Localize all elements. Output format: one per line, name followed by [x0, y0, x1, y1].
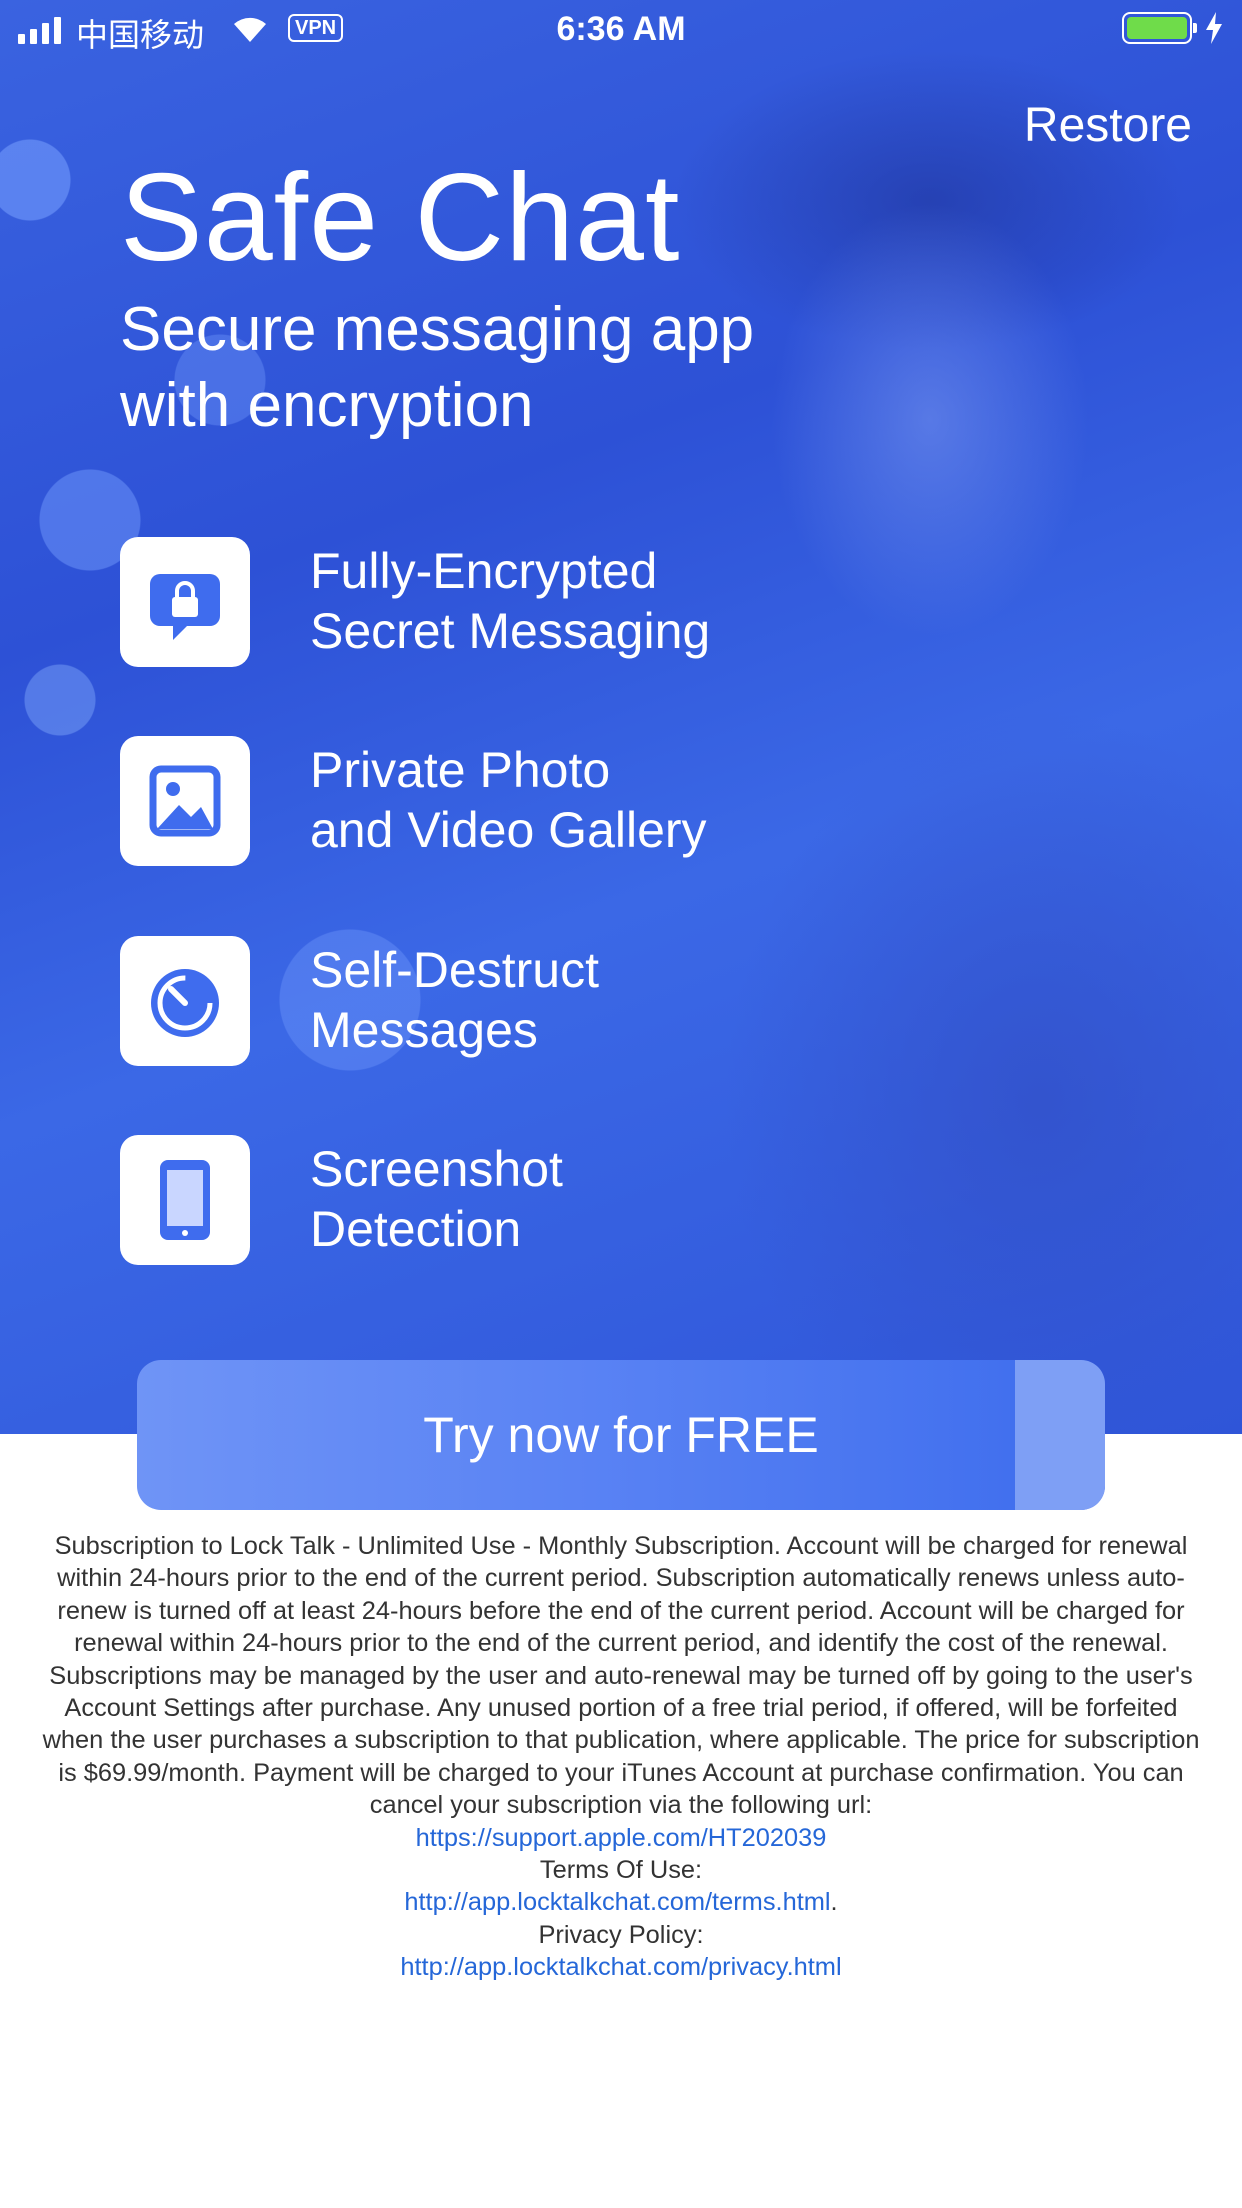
status-time: 6:36 AM [556, 10, 686, 48]
subscription-terms-text: Subscription to Lock Talk - Unlimited Us… [42, 1532, 1200, 1820]
battery-icon [1122, 12, 1197, 44]
restore-button[interactable]: Restore [1024, 98, 1192, 153]
subscription-terms: Subscription to Lock Talk - Unlimited Us… [34, 1530, 1208, 1984]
terms-label: Terms Of Use: [539, 1856, 703, 1885]
feature-label: Self-Destruct Messages [310, 942, 599, 1058]
app-title: Safe Chat [120, 149, 681, 287]
try-free-button[interactable]: Try now for FREE [137, 1360, 1105, 1510]
support-link[interactable]: https://support.apple.com/HT202039 [416, 1824, 827, 1852]
feature-label: Fully-Encrypted Secret Messaging [310, 543, 711, 659]
privacy-label: Privacy Policy: [538, 1920, 704, 1949]
cta-label: Try now for FREE [423, 1407, 819, 1463]
timer-icon [120, 936, 250, 1066]
privacy-link[interactable]: http://app.locktalkchat.com/privacy.html [400, 1953, 841, 1981]
app-subtitle: Secure messaging app with encryption [120, 295, 755, 440]
feature-encrypted-messaging: Fully-Encrypted Secret Messaging [120, 537, 1120, 667]
feature-label: Screenshot Detection [310, 1141, 563, 1257]
feature-screenshot-detection: Screenshot Detection [120, 1135, 1120, 1265]
feature-label: Private Photo and Video Gallery [310, 742, 707, 858]
phone-screenshot-icon [120, 1135, 250, 1265]
feature-private-gallery: Private Photo and Video Gallery [120, 736, 1120, 866]
photo-gallery-icon [120, 736, 250, 866]
feature-self-destruct: Self-Destruct Messages [120, 936, 1120, 1066]
status-bar: 中国移动 VPN 6:36 AM [0, 0, 1242, 60]
charging-bolt-icon [1206, 12, 1222, 44]
terms-suffix: . [830, 1888, 838, 1917]
terms-link[interactable]: http://app.locktalkchat.com/terms.html [404, 1888, 830, 1916]
lock-message-icon [120, 537, 250, 667]
